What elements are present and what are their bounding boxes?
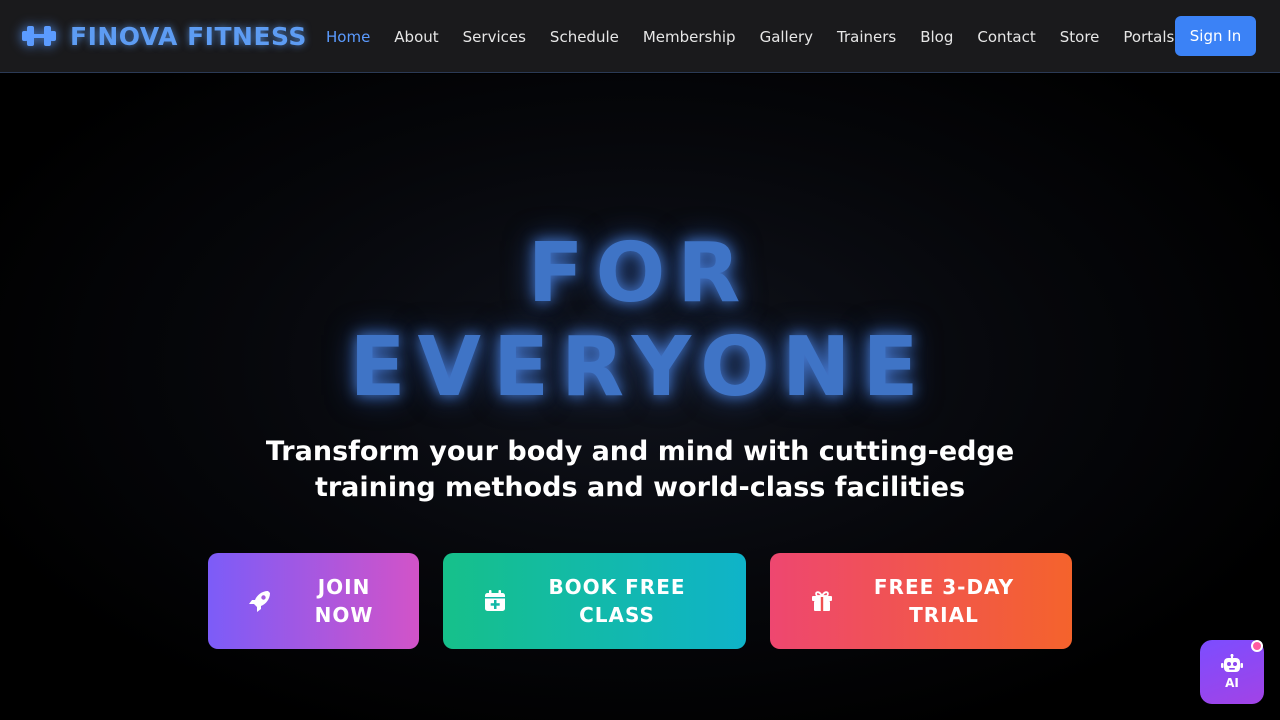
nav-services[interactable]: Services — [451, 28, 538, 46]
rocket-icon — [249, 591, 270, 612]
notification-dot — [1251, 640, 1263, 652]
book-free-class-button[interactable]: BOOK FREE CLASS — [443, 553, 746, 649]
main-nav: Home About Services Schedule Membership … — [314, 0, 1206, 73]
nav-home[interactable]: Home — [314, 28, 382, 46]
navbar: FINOVA FITNESS Home About Services Sched… — [0, 0, 1280, 73]
nav-about[interactable]: About — [382, 28, 450, 46]
nav-contact[interactable]: Contact — [965, 28, 1047, 46]
nav-store[interactable]: Store — [1048, 28, 1112, 46]
nav-membership[interactable]: Membership — [631, 28, 748, 46]
free-trial-button[interactable]: FREE 3-DAY TRIAL — [770, 553, 1072, 649]
nav-blog[interactable]: Blog — [908, 28, 965, 46]
sign-in-button[interactable]: Sign In — [1175, 16, 1256, 56]
robot-icon — [1221, 654, 1243, 672]
hero-title-line2: EVERYONE — [349, 320, 931, 415]
join-now-button[interactable]: JOIN NOW — [208, 553, 419, 649]
nav-schedule[interactable]: Schedule — [538, 28, 631, 46]
gift-icon — [812, 591, 832, 611]
calendar-plus-icon — [485, 590, 505, 611]
brand-logo[interactable]: FINOVA FITNESS — [20, 20, 307, 52]
hero-subtitle: Transform your body and mind with cuttin… — [265, 436, 1015, 503]
book-free-class-label: BOOK FREE CLASS — [548, 575, 686, 627]
hero-title-line1: FOR — [527, 226, 753, 321]
brand-name: FINOVA FITNESS — [70, 21, 307, 51]
nav-trainers[interactable]: Trainers — [825, 28, 908, 46]
nav-gallery[interactable]: Gallery — [748, 28, 825, 46]
free-trial-label: FREE 3-DAY TRIAL — [873, 575, 1015, 627]
nav-portals-label: Portals — [1123, 27, 1175, 46]
hero-section: FOR EVERYONE Transform your body and min… — [0, 74, 1280, 720]
join-now-label: JOIN NOW — [314, 575, 374, 627]
ai-assistant-label: AI — [1225, 676, 1239, 690]
dumbbell-icon — [22, 26, 56, 46]
